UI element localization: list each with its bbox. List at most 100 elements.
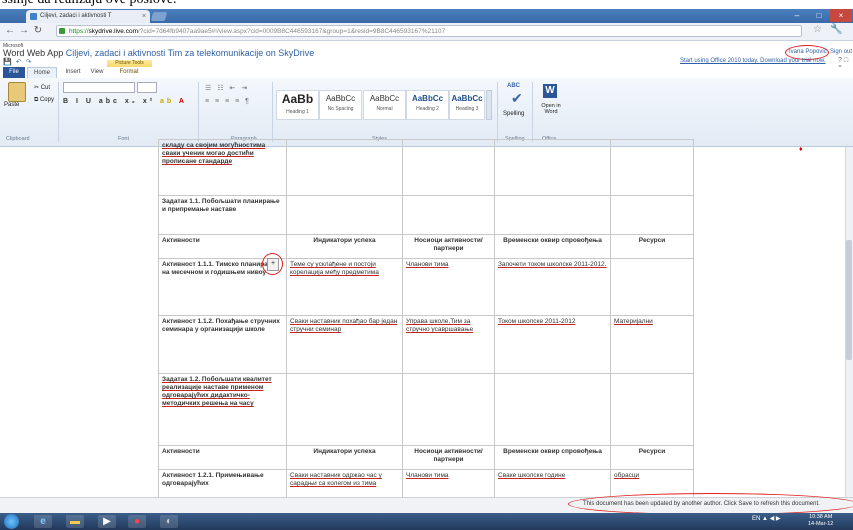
- word-icon[interactable]: W: [543, 84, 557, 98]
- media-player-icon[interactable]: ▶: [98, 515, 116, 528]
- chrome-icon[interactable]: ●: [128, 515, 146, 528]
- goals-table[interactable]: складу са својим могућностима сваки учен…: [158, 139, 694, 500]
- forward-icon[interactable]: →: [18, 24, 30, 38]
- style-heading1[interactable]: AaBb Heading 1: [276, 90, 319, 120]
- bookmark-star-icon[interactable]: ☆: [813, 24, 822, 35]
- table-row: Активност 1.1.2. Похађање стручних семин…: [158, 315, 694, 374]
- system-tray[interactable]: EN ▲ ◀ ▶: [752, 515, 781, 522]
- table-cell[interactable]: [610, 373, 694, 446]
- table-header-cell[interactable]: Ресурси: [610, 234, 694, 259]
- table-cell[interactable]: [286, 195, 403, 235]
- font-name-select[interactable]: [63, 82, 135, 93]
- spelling-check-icon[interactable]: ✔: [511, 90, 523, 107]
- address-bar[interactable]: https://skydrive.live.com/?cid=7d64fb940…: [56, 25, 802, 37]
- table-cell[interactable]: Задатак 1.1. Побољшати планирање и припр…: [158, 195, 287, 235]
- cut-button[interactable]: ✂ Cut: [34, 84, 50, 91]
- tab-close-icon[interactable]: ×: [142, 10, 146, 23]
- table-cell[interactable]: [610, 139, 694, 196]
- table-header-cell[interactable]: Активности: [158, 445, 287, 470]
- close-window-button[interactable]: ×: [830, 9, 852, 22]
- start-button[interactable]: [4, 514, 19, 529]
- sign-out-link[interactable]: Sign out: [830, 49, 852, 55]
- document-title-link[interactable]: Ciljevi, zadaci i aktivnosti Tim za tele…: [66, 48, 315, 58]
- tab-insert[interactable]: Insert: [60, 67, 86, 78]
- table-cell[interactable]: Активност 1.2.1. Примењивање одговарајућ…: [158, 469, 287, 500]
- paste-icon[interactable]: [8, 82, 26, 102]
- list-buttons[interactable]: ☰ ☷ ⇤ ⇥: [205, 84, 249, 92]
- cut-label: Cut: [40, 85, 51, 91]
- reload-icon[interactable]: ↻: [32, 24, 44, 38]
- table-cell[interactable]: Управа школе,Тим за стручно усавршавање: [402, 315, 495, 374]
- style-no-spacing[interactable]: AaBbCc No Spacing: [319, 90, 362, 120]
- table-row: Задатак 1.1. Побољшати планирање и припр…: [158, 195, 694, 235]
- styles-scroll-button[interactable]: [486, 90, 492, 120]
- tab-title: Ciljevi, zadaci i aktivnosti T: [40, 13, 112, 19]
- new-tab-button[interactable]: [150, 12, 168, 21]
- table-cell[interactable]: [402, 195, 495, 235]
- spelling-button[interactable]: Spelling: [503, 111, 524, 117]
- table-cell[interactable]: [494, 139, 611, 196]
- clock-time: 10:38 AM: [809, 514, 833, 520]
- font-size-select[interactable]: [137, 82, 157, 93]
- browser-tab[interactable]: Ciljevi, zadaci i aktivnosti T: [26, 10, 150, 23]
- group-label-font: Font: [118, 136, 130, 142]
- table-cell[interactable]: [610, 195, 694, 235]
- upgrade-link[interactable]: Start using Office 2010 today. Download …: [680, 58, 826, 64]
- explorer-folder-icon[interactable]: ▬: [66, 515, 84, 528]
- table-cell[interactable]: Чланови тима: [402, 258, 495, 316]
- table-cell[interactable]: [286, 373, 403, 446]
- table-cell[interactable]: Започети током школске 2011-2012.: [494, 258, 611, 316]
- table-cell[interactable]: [402, 373, 495, 446]
- internet-explorer-icon[interactable]: e: [34, 515, 52, 528]
- table-cell[interactable]: Материјални: [610, 315, 694, 374]
- table-cell[interactable]: Сваки наставник похађао бар један стручн…: [286, 315, 403, 374]
- handle-highlight-oval: [262, 253, 283, 275]
- app-icon[interactable]: ◐: [160, 515, 178, 528]
- align-buttons[interactable]: ≡ ≡ ≡ ≡ ¶: [205, 98, 251, 105]
- table-cell[interactable]: Активност 1.1.2. Похађање стручних семин…: [158, 315, 287, 374]
- font-format-buttons[interactable]: B I U abc x₂ x² ab A: [63, 98, 187, 105]
- tab-home[interactable]: Home: [27, 67, 57, 78]
- scroll-thumb[interactable]: [846, 240, 852, 360]
- copy-button[interactable]: ⧉ Copy: [34, 97, 54, 104]
- clock[interactable]: 10:38 AM 14-Mar-12: [808, 514, 833, 528]
- style-heading2[interactable]: AaBbCc Heading 2: [406, 90, 449, 120]
- table-cell[interactable]: складу са својим могућностима сваки учен…: [158, 139, 287, 196]
- url-path: /?cid=7d64fb9407aa9ae5#!/view.aspx?cid=0…: [138, 28, 446, 35]
- style-heading3[interactable]: AaBbCc Heading 3: [449, 90, 485, 120]
- paste-button[interactable]: Paste: [4, 102, 19, 108]
- table-header-cell[interactable]: Ресурси: [610, 445, 694, 470]
- clock-date: 14-Mar-12: [808, 521, 834, 527]
- table-header-cell[interactable]: Индикатори успеха: [286, 445, 403, 470]
- table-cell[interactable]: [402, 139, 495, 196]
- table-cell[interactable]: Сваки наставник одржао час у сарадњи са …: [286, 469, 403, 500]
- table-cell[interactable]: Сваке школске године: [494, 469, 611, 500]
- style-sample: AaBb: [281, 92, 314, 106]
- table-header-cell[interactable]: Носиоци активности/ партнери: [402, 234, 495, 259]
- table-cell[interactable]: Током школске 2011-2012: [494, 315, 611, 374]
- tab-format[interactable]: Format: [110, 67, 148, 78]
- table-header-cell[interactable]: Носиоци активности/ партнери: [402, 445, 495, 470]
- table-cell[interactable]: Чланови тима: [402, 469, 495, 500]
- back-icon[interactable]: ←: [4, 24, 16, 38]
- table-row: Задатак 1.2. Побољшати квалитет реализац…: [158, 373, 694, 446]
- table-header-cell[interactable]: Временски оквир спровођења: [494, 445, 611, 470]
- style-normal[interactable]: AaBbCc Normal: [363, 90, 406, 120]
- url-scheme: https://: [69, 28, 89, 35]
- style-sample: AaBbCc: [451, 94, 483, 103]
- table-cell[interactable]: Теме су усклађене и постоји корелација м…: [286, 258, 403, 316]
- table-cell[interactable]: [610, 258, 694, 316]
- minimize-button[interactable]: –: [786, 9, 808, 22]
- quick-access-toolbar[interactable]: 💾↶↷: [3, 58, 35, 66]
- table-cell[interactable]: [494, 373, 611, 446]
- maximize-button[interactable]: □: [808, 9, 830, 22]
- wrench-icon[interactable]: 🔧: [830, 24, 842, 35]
- table-cell[interactable]: [286, 139, 403, 196]
- table-cell[interactable]: Задатак 1.2. Побољшати квалитет реализац…: [158, 373, 287, 446]
- tab-file[interactable]: File: [3, 67, 25, 78]
- table-cell[interactable]: [494, 195, 611, 235]
- open-in-word-button[interactable]: Open in Word: [538, 103, 564, 115]
- table-header-cell[interactable]: Временски оквир спровођења: [494, 234, 611, 259]
- table-header-cell[interactable]: Индикатори успеха: [286, 234, 403, 259]
- tab-view[interactable]: View: [86, 67, 108, 78]
